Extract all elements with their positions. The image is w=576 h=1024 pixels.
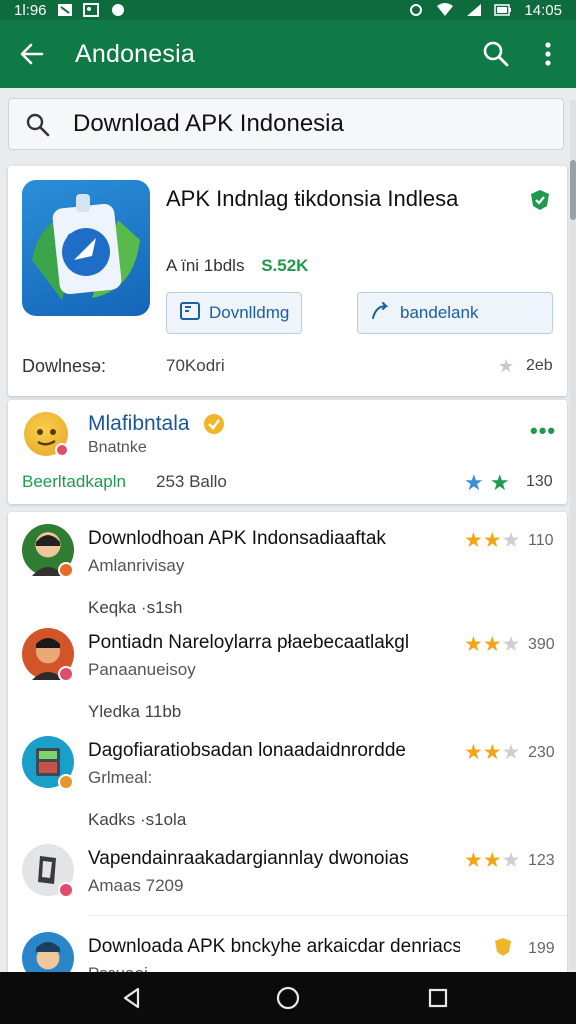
list-item-title: Downloada APK bnckyhe arkaicdar denriacs [88,936,460,957]
alarm-icon [408,3,424,17]
back-nav-icon[interactable] [118,984,146,1012]
status-time-right: 14:05 [524,1,562,19]
list-item-title: Pontiadn Nareloylarra płaebecaatlakgl [88,632,410,653]
list-item-rating-count: 123 [528,852,555,869]
rating-stars: ★★★ [464,632,520,657]
app-meta: A ïni 1bdls S.52K [166,256,308,276]
star-icon: ★ [464,849,483,872]
badge-icon [58,882,74,898]
chat-notification-icon [109,3,127,17]
rating-count: 2eb [526,357,553,374]
list-item-subtitle: Grlmeal: [88,768,153,787]
notification-icon [57,3,73,17]
downloads-row: Dowlnesə: 70Kodri ★ 2eb [22,356,554,382]
star-icon: ★ [489,470,510,495]
star-icon: ★ [501,849,521,872]
list-item[interactable]: Downlodhoan APK Indonsadiaaftak Amlanriv… [8,512,567,617]
list-item-rating-count: 110 [528,532,554,549]
search-icon [25,112,51,138]
app-bar: Andonesia [0,20,576,88]
list-item-meta: Yledka 11bb [88,702,182,721]
developer-subtitle: Bnatnke [88,439,147,456]
signal-icon [466,3,482,17]
star-icon: ★ [482,741,502,764]
badge-icon [58,562,74,578]
developer-avatar [24,412,69,457]
app-name: APK Indnlag ŧikdonsia Indlesa [166,186,459,211]
list-item-title: Downlodhoan APK Indonsadiaaftak [88,528,386,549]
app-bar-title: Andonesia [75,40,195,68]
list-item-rating-count: 199 [528,940,555,957]
app-meta-text: A ïni 1bdls [166,256,245,275]
star-icon: ★ [482,633,502,656]
list-item[interactable]: Dagofiaratiobsadan lonaadaidnrordde Grlm… [8,724,567,829]
developer-card[interactable]: Mlafibntala Bnatnke ••• Beerltadkapln 25… [8,400,567,504]
star-icon: ★ [501,633,521,656]
star-icon: ★ [464,741,483,764]
developer-action[interactable]: Beerltadkapln [22,472,126,492]
star-icon: ★ [464,529,483,552]
star-icon: ★ [464,470,484,495]
star-icon: ★ [464,633,483,656]
rating-stars: ★★★ [464,740,520,765]
list-item-rating-count: 230 [528,744,555,761]
wifi-icon [436,3,454,17]
search-icon[interactable] [482,40,510,68]
star-icon: ★ [501,529,521,552]
more-options-icon[interactable]: ••• [530,418,556,444]
rating-stars: ★★★ [464,848,520,873]
developer-badge-icon [204,414,224,434]
developer-rating: 130 [526,473,553,490]
star-icon: ★ [498,356,515,376]
download-button[interactable]: Dovnlldmg [166,292,302,334]
download-button-label: Dovnlldmg [209,303,290,322]
navigation-bar [0,972,576,1024]
list-item-subtitle: Panaanueisoy [88,660,196,679]
developer-count: 253 Ballo [156,472,227,491]
app-icon [22,180,150,316]
star-icon: ★ [482,849,502,872]
list-item[interactable]: Pontiadn Nareloylarra płaebecaatlakgl Pa… [8,616,567,721]
verified-shield-icon[interactable] [528,188,552,212]
developer-stars: ★ ★ [464,470,510,496]
results-list: Downlodhoan APK Indonsadiaaftak Amlanriv… [8,512,567,982]
list-item-rating-count: 390 [528,636,555,653]
scrollbar-track[interactable] [570,100,576,970]
list-item-meta: Keqka ·s1sh [88,598,183,617]
star-icon: ★ [501,741,521,764]
search-query: Download APK Indonesia [73,110,344,137]
more-vert-icon[interactable] [536,40,560,68]
star-icon: ★ [482,529,502,552]
downloads-value: 70Kodri [166,356,225,375]
back-arrow-icon[interactable] [18,40,46,68]
downloads-label: Dowlnesə: [22,356,107,376]
share-icon [370,300,392,327]
recents-nav-icon[interactable] [424,984,452,1012]
list-item-meta: Kadks ·s1ola [88,810,187,829]
list-item-subtitle: Amaas 7209 [88,876,184,895]
battery-icon [494,4,512,16]
search-field[interactable]: Download APK Indonesia [8,98,564,150]
app-card[interactable]: APK Indnlag ŧikdonsia Indlesa A ïni 1bdl… [8,166,567,396]
app-size: S.52K [261,256,309,275]
list-item-title: Dagofiaratiobsadan lonaadaidnrordde [88,740,406,761]
list-item-subtitle: Amlanrivisay [88,556,185,575]
badge-icon [58,666,74,682]
status-time-left: 1Ɩ:96 [14,1,47,19]
divider [88,915,567,916]
image-notification-icon [82,3,99,17]
badge-icon [58,774,74,790]
download-icon [179,300,201,327]
share-button-label: bandelank [400,303,479,322]
rating-stars: ★★★ [464,528,520,553]
developer-name[interactable]: Mlafibntala [88,412,190,436]
list-item-title: Vapendainraakadargiannlay dwonoias [88,848,409,869]
shield-icon [492,936,514,964]
scrollbar-thumb[interactable] [570,160,576,220]
home-nav-icon[interactable] [274,984,302,1012]
status-bar: 1Ɩ:96 14:05 [0,0,576,20]
share-button[interactable]: bandelank [357,292,553,334]
